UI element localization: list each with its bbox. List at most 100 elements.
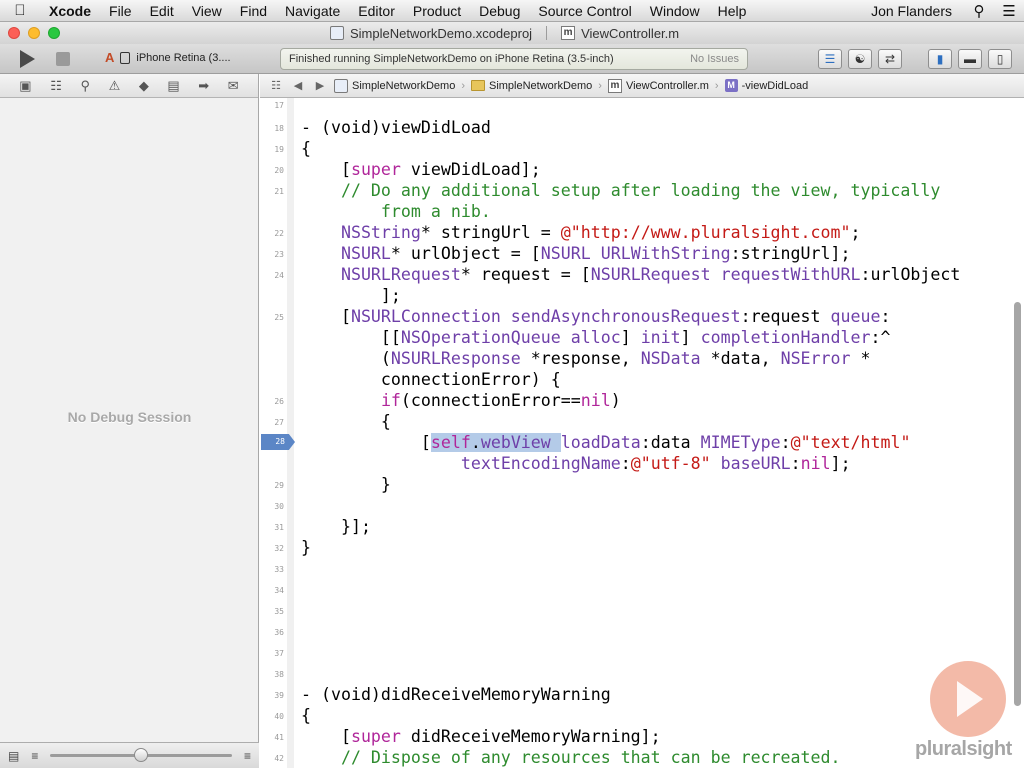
menu-navigate[interactable]: Navigate (276, 3, 349, 19)
breakpoint-navigator-icon[interactable]: ➡ (198, 78, 209, 94)
navigator-toggle-icon[interactable]: ▮ (928, 49, 952, 69)
menu-editor[interactable]: Editor (349, 3, 404, 19)
code-token: @"http://www.pluralsight.com" (560, 223, 851, 242)
code-token: ] (680, 328, 701, 347)
back-arrow-icon[interactable]: ◀ (290, 79, 306, 92)
issues-count[interactable]: No Issues (690, 53, 739, 65)
menu-extras: Jon Flanders ⚲ ☰ (859, 0, 1024, 21)
breadcrumb-method[interactable]: M -viewDidLoad (724, 79, 808, 92)
standard-editor-icon[interactable]: ☰ (818, 49, 842, 69)
breadcrumb-project[interactable]: SimpleNetworkDemo (334, 78, 455, 93)
line-number: 19 (274, 145, 284, 154)
code-token: :data (640, 433, 701, 452)
code-token: : (620, 454, 631, 473)
code-token: super (350, 727, 401, 746)
code-line: from a nib. (301, 201, 960, 222)
stack-compression-slider[interactable] (50, 748, 232, 762)
version-editor-icon[interactable]: ⇄ (878, 49, 902, 69)
code-token: : (880, 307, 891, 326)
navigator-pane: ▣ ☷ ⚲ ⚠ ◆ ▤ ➡ ✉ No Debug Session ▤ ≡ ≡ (0, 74, 259, 768)
file-title: ViewController.m (581, 25, 680, 41)
code-token: ]; (830, 454, 851, 473)
line-number: 35 (274, 607, 284, 616)
code-line: [NSURLConnection sendAsynchronousRequest… (301, 306, 960, 327)
code-token: :^ (870, 328, 891, 347)
menu-lines-icon[interactable]: ≡ (244, 749, 251, 763)
list-filter-icon[interactable]: ≡ (31, 749, 38, 763)
test-navigator-icon[interactable]: ◆ (139, 78, 149, 94)
menu-window[interactable]: Window (641, 3, 709, 19)
find-navigator-icon[interactable]: ⚲ (80, 78, 90, 94)
source-code-memory-warning[interactable]: - (void)didReceiveMemoryWarning { [super … (301, 684, 840, 768)
stop-button[interactable] (56, 52, 70, 66)
menu-file[interactable]: File (100, 3, 141, 19)
thread-filter-icon[interactable]: ▤ (8, 749, 19, 763)
zoom-window-button[interactable] (48, 27, 60, 39)
code-token: NSURLResponse (390, 349, 521, 368)
code-line: { (301, 705, 840, 726)
scheme-selector[interactable]: A iPhone Retina (3.... (105, 50, 231, 65)
line-number: 34 (274, 586, 284, 595)
log-navigator-icon[interactable]: ✉ (228, 78, 239, 94)
menu-view[interactable]: View (183, 3, 231, 19)
editor-vertical-scrollbar[interactable] (1014, 302, 1021, 706)
code-token: * stringUrl = (420, 223, 561, 242)
traffic-lights (0, 27, 60, 39)
menu-source-control[interactable]: Source Control (529, 3, 640, 19)
notification-list-icon[interactable]: ☰ (994, 2, 1024, 20)
project-navigator-icon[interactable]: ▣ (19, 78, 31, 94)
code-token: [[ (301, 328, 401, 347)
menu-debug[interactable]: Debug (470, 3, 529, 19)
slider-knob[interactable] (134, 748, 149, 762)
breadcrumb-chevron-icon: › (598, 79, 602, 92)
debug-navigator-icon[interactable]: ▤ (167, 78, 179, 94)
editor-view-controls: ☰ ☯ ⇄ ▮ ▬ ▯ (818, 49, 1012, 69)
minimize-window-button[interactable] (28, 27, 40, 39)
code-folding-ribbon[interactable] (287, 98, 294, 768)
source-code-viewdidload[interactable]: - (void)viewDidLoad{ [super viewDidLoad]… (301, 117, 960, 558)
code-token: NSString (301, 223, 421, 242)
code-token: nil (580, 391, 611, 410)
related-items-icon[interactable]: ☷ (268, 79, 284, 92)
run-button[interactable] (20, 50, 35, 68)
menu-find[interactable]: Find (231, 3, 276, 19)
code-token: baseURL (720, 454, 791, 473)
spotlight-search-icon[interactable]: ⚲ (964, 2, 994, 20)
code-token: MIMEType (700, 433, 781, 452)
apple-menu-icon[interactable]:  (0, 2, 40, 19)
no-debug-session-message: No Debug Session (67, 409, 192, 425)
line-number: 18 (274, 124, 284, 133)
code-token: :request (740, 307, 831, 326)
code-token: // Dispose of any resources that can be … (301, 748, 841, 767)
debug-area-toggle-icon[interactable]: ▬ (958, 49, 982, 69)
user-name[interactable]: Jon Flanders (859, 3, 964, 19)
breadcrumb-group[interactable]: SimpleNetworkDemo (470, 80, 592, 92)
code-token: { (301, 412, 391, 431)
code-token: @"utf-8" (630, 454, 711, 473)
code-token: NSURL (301, 244, 391, 263)
assistant-editor-icon[interactable]: ☯ (848, 49, 872, 69)
menu-product[interactable]: Product (404, 3, 470, 19)
code-line: // Dispose of any resources that can be … (301, 747, 841, 768)
breadcrumb-file[interactable]: m ViewController.m (607, 78, 709, 93)
code-line: NSURLRequest* request = [NSURLRequest re… (301, 264, 960, 285)
code-token: * (850, 349, 871, 368)
close-window-button[interactable] (8, 27, 20, 39)
menu-help[interactable]: Help (709, 3, 756, 19)
line-number: 33 (274, 565, 284, 574)
toolbar: A iPhone Retina (3.... Finished running … (0, 44, 1024, 74)
symbol-navigator-icon[interactable]: ☷ (50, 78, 62, 94)
menu-edit[interactable]: Edit (141, 3, 183, 19)
code-token: : (780, 433, 791, 452)
code-token: loadData (560, 433, 641, 452)
menu-app[interactable]: Xcode (40, 3, 100, 19)
utilities-toggle-icon[interactable]: ▯ (988, 49, 1012, 69)
forward-arrow-icon[interactable]: ▶ (312, 79, 328, 92)
code-token: connectionError) { (301, 370, 561, 389)
line-number: 25 (274, 313, 284, 322)
issue-navigator-icon[interactable]: ⚠ (109, 78, 121, 94)
code-line: ]; (301, 285, 960, 306)
line-number: 17 (274, 101, 284, 110)
